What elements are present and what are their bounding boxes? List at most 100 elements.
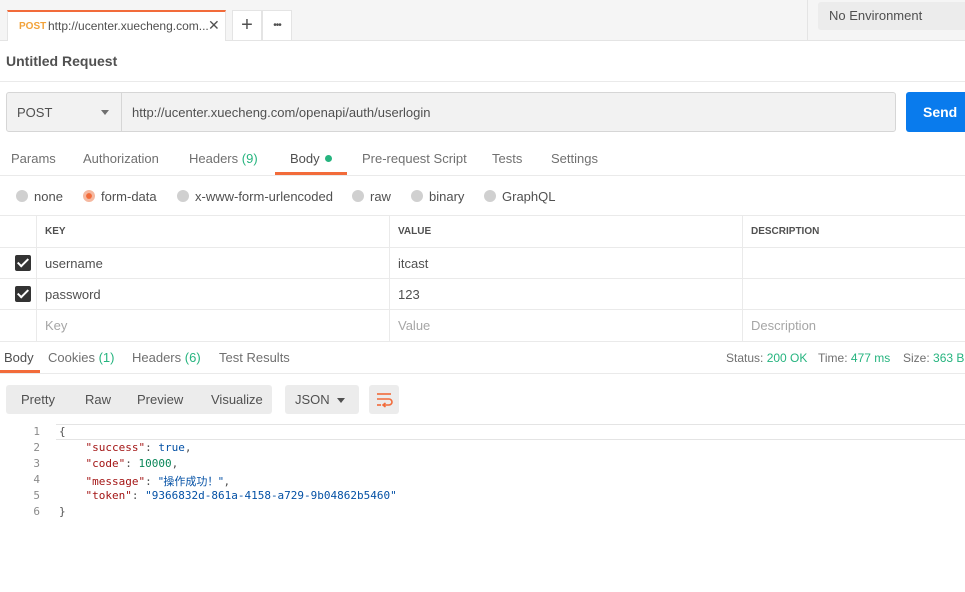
tab-headers[interactable]: Headers (9) — [189, 151, 258, 166]
radio-icon — [411, 190, 423, 202]
response-tab-cookies[interactable]: Cookies (1) — [48, 350, 114, 365]
tab-body[interactable]: Body — [290, 151, 332, 166]
column-header-value: VALUE — [390, 216, 743, 247]
method-select[interactable]: POST — [6, 92, 122, 132]
response-tab-cookies-count: (1) — [98, 350, 115, 365]
radio-icon — [177, 190, 189, 202]
time-label: Time: — [818, 351, 848, 365]
environment-select[interactable]: No Environment — [818, 2, 965, 30]
active-response-tab-indicator — [0, 370, 40, 373]
view-preview-button[interactable]: Preview — [137, 392, 183, 407]
description-cell[interactable] — [743, 248, 965, 278]
tab-tests[interactable]: Tests — [492, 151, 522, 166]
table-row: password 123 — [0, 279, 965, 310]
value-cell[interactable]: 123 — [390, 279, 743, 309]
checkbox-checked-icon — [15, 286, 31, 302]
tab-body-label: Body — [290, 151, 320, 166]
active-tab-indicator — [275, 172, 347, 175]
code-line: { — [59, 425, 66, 438]
tab-headers-count: (9) — [241, 151, 258, 166]
new-tab-button[interactable]: + — [232, 10, 262, 41]
request-tabs: Params Authorization Headers (9) Body Pr… — [0, 142, 965, 176]
radio-urlencoded[interactable]: x-www-form-urlencoded — [177, 189, 333, 204]
radio-graphql[interactable]: GraphQL — [484, 189, 555, 204]
response-time: Time: 477 ms — [818, 351, 890, 365]
tab-prerequest-script[interactable]: Pre-request Script — [362, 151, 467, 166]
size-label: Size: — [903, 351, 930, 365]
response-tab-body[interactable]: Body — [4, 350, 34, 365]
response-tab-headers-count: (6) — [184, 350, 201, 365]
divider — [807, 0, 808, 41]
page-title: Untitled Request — [6, 53, 118, 69]
status-value[interactable]: 200 OK — [767, 351, 808, 365]
radio-binary[interactable]: binary — [411, 189, 464, 204]
format-select[interactable]: JSON — [285, 385, 359, 414]
row-checkbox[interactable] — [0, 248, 37, 278]
radio-icon — [352, 190, 364, 202]
chevron-down-icon — [101, 110, 109, 115]
key-input[interactable]: Key — [37, 310, 390, 341]
radio-raw[interactable]: raw — [352, 189, 391, 204]
radio-icon — [16, 190, 28, 202]
view-visualize-button[interactable]: Visualize — [211, 392, 263, 407]
view-mode-toolbar: Pretty Raw Preview Visualize — [6, 385, 272, 414]
url-input[interactable] — [121, 92, 896, 132]
radio-selected-icon — [83, 190, 95, 202]
view-raw-button[interactable]: Raw — [85, 392, 111, 407]
value-input[interactable]: Value — [390, 310, 743, 341]
tab-settings[interactable]: Settings — [551, 151, 598, 166]
code-line: "code": 10000, — [85, 457, 179, 470]
radio-none[interactable]: none — [16, 189, 63, 204]
time-value[interactable]: 477 ms — [851, 351, 890, 365]
size-value[interactable]: 363 B — [933, 351, 964, 365]
more-icon: ••• — [273, 20, 281, 31]
response-body-editor[interactable]: 1 2 3 4 5 6 { "success": true, "code": 1… — [0, 424, 965, 534]
body-type-radios: none form-data x-www-form-urlencoded raw… — [0, 176, 965, 216]
view-pretty-button[interactable]: Pretty — [21, 392, 55, 407]
line-number: 3 — [33, 457, 40, 470]
chevron-down-icon — [337, 398, 345, 403]
description-cell[interactable] — [743, 279, 965, 309]
table-row-new: Key Value Description — [0, 310, 965, 341]
tab-headers-label: Headers — [189, 151, 239, 166]
code-line: } — [59, 505, 66, 518]
tab-params[interactable]: Params — [11, 151, 56, 166]
line-number: 5 — [33, 489, 40, 502]
tab-authorization[interactable]: Authorization — [83, 151, 159, 166]
key-cell[interactable]: password — [37, 279, 390, 309]
table-row: username itcast — [0, 248, 965, 279]
code-line: "message": "操作成功！", — [85, 475, 231, 488]
radio-form-data[interactable]: form-data — [83, 189, 157, 204]
more-tabs-button[interactable]: ••• — [262, 10, 292, 41]
wrap-lines-button[interactable] — [369, 385, 399, 414]
response-tab-headers[interactable]: Headers (6) — [132, 350, 201, 365]
json-value: true — [158, 441, 185, 454]
code-line: "token": "9366832d-861a-4158-a729-9b0486… — [85, 489, 397, 502]
request-tab-url: http://ucenter.xuecheng.com... — [48, 19, 209, 33]
column-header-key: KEY — [37, 216, 390, 247]
close-icon[interactable]: ✕ — [208, 17, 220, 34]
request-tab[interactable]: POST http://ucenter.xuecheng.com... ✕ — [7, 10, 226, 41]
row-checkbox-empty — [0, 310, 37, 341]
status-label: Status: — [726, 351, 764, 365]
code-line: "success": true, — [85, 441, 192, 454]
row-checkbox[interactable] — [0, 279, 37, 309]
response-tab-test-results[interactable]: Test Results — [219, 350, 290, 365]
response-status: Status: 200 OK — [726, 351, 807, 365]
radio-label: raw — [370, 189, 391, 204]
radio-label: binary — [429, 189, 465, 204]
line-number: 6 — [33, 505, 40, 518]
description-input[interactable]: Description — [743, 310, 965, 341]
send-button[interactable]: Send — [906, 92, 965, 132]
json-key: "token" — [85, 489, 132, 502]
radio-label: x-www-form-urlencoded — [195, 189, 333, 204]
line-number: 1 — [33, 425, 40, 438]
form-data-table: KEY VALUE DESCRIPTION username itcast pa… — [0, 216, 965, 342]
column-header-description: DESCRIPTION — [751, 226, 820, 237]
json-value: "9366832d-861a-4158-a729-9b04862b5460" — [145, 489, 397, 502]
response-size: Size: 363 B — [903, 351, 964, 365]
checkbox-column-header — [0, 216, 37, 247]
divider — [0, 81, 965, 82]
value-cell[interactable]: itcast — [390, 248, 743, 278]
key-cell[interactable]: username — [37, 248, 390, 278]
